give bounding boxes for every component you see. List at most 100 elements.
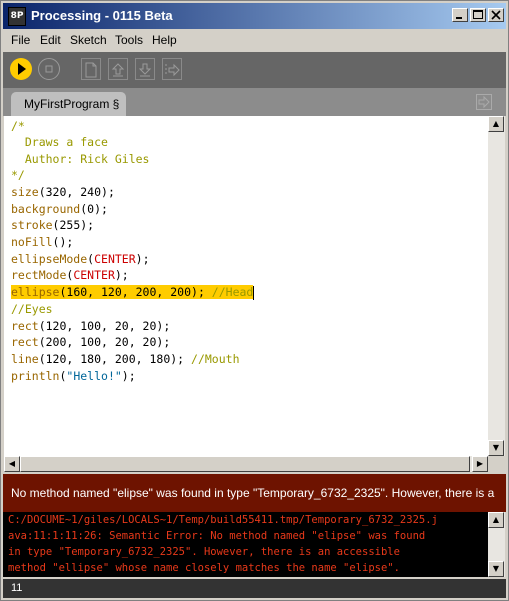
selection-highlight: ellipse(160, 120, 200, 200); //Head <box>11 285 254 299</box>
console-line: method "ellipse" whose name closely matc… <box>8 562 400 574</box>
console-line: in type "Temporary_6732_2325". However, … <box>8 546 400 558</box>
editor-vertical-scrollbar[interactable]: ▲ ▼ <box>488 116 505 456</box>
code-token: (); <box>52 235 74 249</box>
code-line: */ <box>11 167 25 184</box>
code-line: rectMode(CENTER); <box>11 267 129 284</box>
minimize-button[interactable] <box>452 8 468 22</box>
maximize-icon <box>473 10 483 19</box>
tab-myfirstprogram[interactable]: MyFirstProgram § <box>11 92 126 116</box>
code-editor[interactable]: /* Draws a face Author: Rick Giles */ si… <box>4 116 488 456</box>
code-token: //Mouth <box>191 352 240 366</box>
code-line: //Eyes <box>11 301 53 318</box>
code-token: CENTER <box>94 252 136 266</box>
menu-tools[interactable]: Tools <box>115 33 143 47</box>
toolbar <box>3 52 506 88</box>
code-line: size(320, 240); <box>11 184 115 201</box>
code-token: rect <box>11 335 39 349</box>
stop-icon <box>45 65 53 73</box>
error-status-bar: No method named "elipse" was found in ty… <box>3 474 506 512</box>
console-scroll-up-button[interactable]: ▲ <box>488 512 504 528</box>
code-token: //Head <box>211 285 254 299</box>
run-button[interactable] <box>10 58 32 80</box>
code-line: println("Hello!"); <box>11 368 136 385</box>
save-arrow-icon <box>138 63 152 77</box>
code-token: (320, 240); <box>38 185 115 199</box>
code-token: ); <box>114 268 129 282</box>
processing-app-icon[interactable]: 8P <box>8 7 26 26</box>
console-line: C:/DOCUME~1/giles/LOCALS~1/Temp/build554… <box>8 514 438 526</box>
scroll-left-button[interactable]: ◀ <box>4 456 20 472</box>
code-line: /* <box>11 118 25 135</box>
export-button[interactable] <box>162 58 182 80</box>
tab-menu-button[interactable] <box>476 94 492 115</box>
close-icon <box>491 10 501 20</box>
console-output[interactable]: C:/DOCUME~1/giles/LOCALS~1/Temp/build554… <box>3 512 488 577</box>
window-title: Processing - 0115 Beta <box>31 8 173 23</box>
title-bar[interactable]: 8P Processing - 0115 Beta <box>3 3 506 29</box>
code-token: rect <box>11 319 39 333</box>
new-button[interactable] <box>81 58 101 80</box>
code-token: background <box>11 202 81 216</box>
processing-window: 8P Processing - 0115 Beta File Edit Sket… <box>0 0 509 601</box>
status-message: No method named "elipse" was found in ty… <box>11 486 495 500</box>
code-token: stroke <box>11 218 53 232</box>
code-token: rectMode <box>11 268 67 282</box>
code-line-highlighted: ellipse(160, 120, 200, 200); //Head <box>11 284 255 301</box>
console-line: ava:11:1:11:26: Semantic Error: No metho… <box>8 530 426 542</box>
code-line: line(120, 180, 200, 180); //Mouth <box>11 351 240 368</box>
current-line-number: 11 <box>11 582 23 594</box>
code-token: /* <box>11 119 25 133</box>
code-token: (120, 100, 20, 20); <box>38 319 171 333</box>
editor-horizontal-scrollbar[interactable]: ◀ ▶ <box>4 456 488 472</box>
code-line: rect(200, 100, 20, 20); <box>11 334 170 351</box>
code-token: (0); <box>80 202 108 216</box>
menu-help[interactable]: Help <box>152 33 177 47</box>
menu-sketch[interactable]: Sketch <box>70 33 107 47</box>
save-button[interactable] <box>135 58 155 80</box>
close-button[interactable] <box>488 8 504 22</box>
tab-row: MyFirstProgram § <box>3 88 506 116</box>
open-button[interactable] <box>108 58 128 80</box>
console-scroll-down-button[interactable]: ▼ <box>488 561 504 577</box>
code-line: stroke(255); <box>11 217 94 234</box>
code-token: (160, 120, 200, 200); <box>59 285 212 299</box>
new-file-icon <box>85 62 97 78</box>
code-token: ellipseMode <box>11 252 88 266</box>
code-token: println <box>11 369 60 383</box>
line-number-bar: 11 <box>3 579 506 598</box>
code-line: background(0); <box>11 201 108 218</box>
scroll-up-button[interactable]: ▲ <box>488 116 504 132</box>
scroll-right-button[interactable]: ▶ <box>472 456 488 472</box>
code-line: Draws a face <box>11 134 108 151</box>
code-token: "Hello!" <box>66 369 122 383</box>
scroll-down-button[interactable]: ▼ <box>488 440 504 456</box>
tab-menu-arrow-icon <box>476 94 492 110</box>
stop-button[interactable] <box>38 58 60 80</box>
open-arrow-icon <box>111 63 125 77</box>
menu-edit[interactable]: Edit <box>40 33 61 47</box>
maximize-button[interactable] <box>470 8 486 22</box>
code-token: */ <box>11 168 25 182</box>
menu-file[interactable]: File <box>11 33 30 47</box>
code-token: line <box>11 352 39 366</box>
text-caret <box>253 285 255 300</box>
menu-bar: File Edit Sketch Tools Help <box>3 30 506 50</box>
code-token: (255); <box>52 218 95 232</box>
code-token: noFill <box>11 235 53 249</box>
code-token: CENTER <box>73 268 115 282</box>
code-line: noFill(); <box>11 234 73 251</box>
code-line: Author: Rick Giles <box>11 151 150 168</box>
minimize-icon <box>456 17 462 19</box>
code-token: size <box>11 185 39 199</box>
console-scrollbar[interactable]: ▲ ▼ <box>488 512 505 577</box>
code-token: Author: Rick Giles <box>11 152 150 166</box>
code-token: ellipse <box>11 285 60 299</box>
code-token: ); <box>121 369 136 383</box>
code-line: rect(120, 100, 20, 20); <box>11 318 170 335</box>
code-token: ); <box>135 252 150 266</box>
code-token: (200, 100, 20, 20); <box>38 335 171 349</box>
play-icon <box>18 63 26 75</box>
code-token: (120, 180, 200, 180); <box>38 352 192 366</box>
horizontal-scroll-thumb[interactable] <box>20 456 470 472</box>
tab-label: MyFirstProgram § <box>24 97 120 111</box>
